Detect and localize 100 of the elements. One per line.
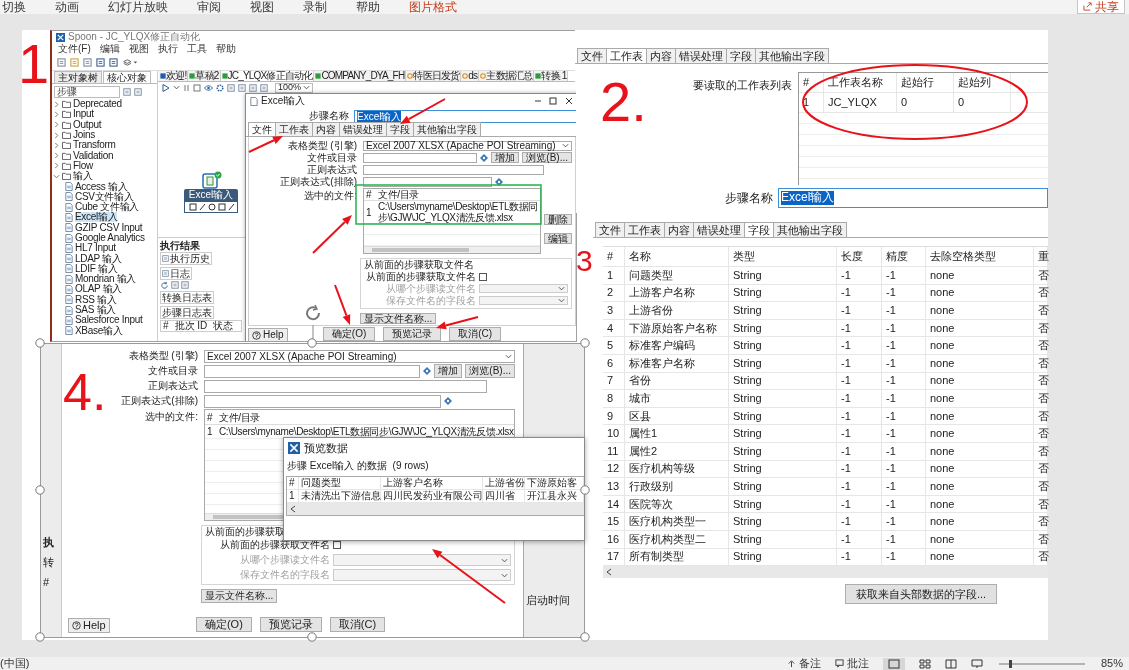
help-button[interactable]: Help xyxy=(68,618,110,633)
browse-button[interactable]: 浏览(B)... xyxy=(465,364,515,378)
zoom-dropdown[interactable]: 100% xyxy=(275,82,314,93)
ribbon-tab[interactable]: 图片格式 xyxy=(409,0,457,14)
dialog-button[interactable]: 确定(O) xyxy=(322,327,376,341)
tree-item[interactable]: Cube 文件输入 xyxy=(75,202,139,213)
horizontal-scrollbar[interactable] xyxy=(287,503,584,515)
dropdown-field[interactable] xyxy=(333,569,511,581)
chevron-down-icon[interactable] xyxy=(53,172,60,180)
stop-icon[interactable] xyxy=(193,83,201,92)
zoom-slider-drawing[interactable] xyxy=(996,658,1087,669)
tab[interactable]: 转换日志表 xyxy=(160,291,214,304)
resize-handle[interactable] xyxy=(35,632,45,642)
browse-button[interactable]: 浏览(B)... xyxy=(522,152,572,163)
tab[interactable]: 文件 xyxy=(248,122,276,136)
file-tab[interactable]: 主数据汇总 xyxy=(479,71,535,81)
tree-item[interactable]: CSV文件输入 xyxy=(75,191,134,202)
get-fields-button[interactable]: 获取来自头部数据的字段... xyxy=(845,584,998,605)
eye-icon[interactable] xyxy=(204,83,213,92)
tab[interactable]: 字段 xyxy=(386,122,414,136)
normal-view-icon[interactable] xyxy=(882,657,905,670)
menu-item[interactable]: 工具 xyxy=(186,43,207,54)
resize-handle[interactable] xyxy=(580,338,590,348)
node-actions-drawing[interactable] xyxy=(184,201,238,213)
tab[interactable]: 执行历史 xyxy=(160,252,212,265)
step-name-field[interactable]: Excel输入 xyxy=(354,109,576,123)
dropdown-field[interactable] xyxy=(479,284,568,293)
resize-handle[interactable] xyxy=(35,338,45,348)
gear-icon[interactable] xyxy=(216,83,224,92)
menu-item[interactable]: 编辑 xyxy=(99,43,120,54)
ribbon-tab[interactable]: 切换 xyxy=(2,0,26,14)
ribbon-tab[interactable]: 帮助 xyxy=(356,0,380,14)
tree-item[interactable]: Excel输入 xyxy=(75,212,118,223)
show-filenames-button[interactable]: 显示文件名称... xyxy=(201,589,278,603)
menu-item[interactable]: 帮助 xyxy=(215,43,236,54)
tree-item[interactable]: LDAP 输入 xyxy=(75,253,122,264)
input-field[interactable] xyxy=(204,394,441,408)
file-tab[interactable]: 草稿2 xyxy=(188,71,221,81)
tree-item[interactable]: SAS 输入 xyxy=(75,305,116,316)
tree-item[interactable]: Transform xyxy=(73,140,116,151)
chevron-right-icon[interactable] xyxy=(53,152,60,160)
show-filenames-button[interactable]: 显示文件名称... xyxy=(360,313,437,324)
checkbox[interactable] xyxy=(333,541,341,549)
dialog-button[interactable]: 取消(C) xyxy=(449,327,502,341)
checkbox[interactable] xyxy=(479,272,487,281)
horizontal-scrollbar[interactable] xyxy=(603,566,1048,579)
tree-item[interactable]: XBase输入 xyxy=(75,325,123,336)
ribbon-tab[interactable]: 动画 xyxy=(55,0,79,14)
search-field[interactable]: 步骤 xyxy=(54,85,120,98)
file-tab[interactable]: 特医日发货 xyxy=(406,71,462,81)
tab[interactable]: 其他输出字段 xyxy=(413,122,481,136)
notes-button[interactable]: 备注 xyxy=(786,656,821,670)
tab[interactable]: 步骤日志表 xyxy=(160,306,214,319)
engine-dropdown[interactable]: Excel 2007 XLSX (Apache POI Streaming) xyxy=(363,140,572,151)
tab[interactable]: 错误处理 xyxy=(339,122,387,136)
scroll-left-icon[interactable] xyxy=(606,568,612,577)
panel-tab[interactable]: 核心对象 xyxy=(103,71,151,83)
tab[interactable]: 错误处理 xyxy=(675,48,727,63)
layers-icon[interactable] xyxy=(122,57,138,67)
tab[interactable]: 字段 xyxy=(726,48,756,63)
tree-item[interactable]: OLAP 输入 xyxy=(75,284,123,295)
tab[interactable]: 日志 xyxy=(160,267,192,280)
tab[interactable]: 文件 xyxy=(577,48,607,63)
resize-handle[interactable] xyxy=(580,632,590,642)
chevron-right-icon[interactable] xyxy=(53,162,60,170)
side-button[interactable]: 删除 xyxy=(544,214,572,225)
play-icon[interactable] xyxy=(162,83,170,92)
chevron-right-icon[interactable] xyxy=(53,131,60,139)
file-tab[interactable]: 欢迎! xyxy=(159,71,189,81)
side-button[interactable]: 编辑 xyxy=(544,233,572,244)
add-button[interactable]: 增加 xyxy=(491,152,520,163)
input-field[interactable] xyxy=(363,152,478,163)
dropdown-field[interactable] xyxy=(479,296,568,305)
help-button[interactable]: Help xyxy=(248,328,288,341)
panel-tab[interactable]: 主对象树 xyxy=(54,71,102,83)
step-node-label[interactable]: Excel输入 xyxy=(184,189,238,201)
resize-handle[interactable] xyxy=(307,338,317,348)
step-name-field[interactable]: Excel输入 xyxy=(778,188,1048,208)
tree-item[interactable]: Validation xyxy=(73,150,114,161)
tab[interactable]: 文件 xyxy=(595,222,625,237)
dropdown-field[interactable] xyxy=(333,554,511,566)
tree-item[interactable]: Access 输入 xyxy=(75,181,128,192)
tab[interactable]: 字段 xyxy=(744,222,774,237)
horizontal-scrollbar[interactable] xyxy=(364,246,540,253)
menu-item[interactable]: 执行 xyxy=(157,43,178,54)
file-tab[interactable]: JC_YLQX修正自动化 xyxy=(220,71,315,81)
tab[interactable]: 内容 xyxy=(646,48,676,63)
resize-handle[interactable] xyxy=(35,485,45,495)
tab[interactable]: 工作表 xyxy=(275,122,313,136)
tree-item[interactable]: Salesforce Input xyxy=(75,315,143,326)
tree-item[interactable]: Flow xyxy=(73,160,93,171)
dialog-button[interactable]: 预览记录 xyxy=(259,616,322,632)
chevron-right-icon[interactable] xyxy=(53,141,60,149)
slideshow-icon[interactable] xyxy=(970,658,983,669)
chevron-right-icon[interactable] xyxy=(53,121,60,129)
ribbon-tab[interactable]: 视图 xyxy=(250,0,274,14)
input-field[interactable] xyxy=(363,176,492,187)
tab[interactable]: 工作表 xyxy=(624,222,665,237)
resize-handle[interactable] xyxy=(307,632,317,642)
tree-item[interactable]: RSS 输入 xyxy=(75,294,117,305)
